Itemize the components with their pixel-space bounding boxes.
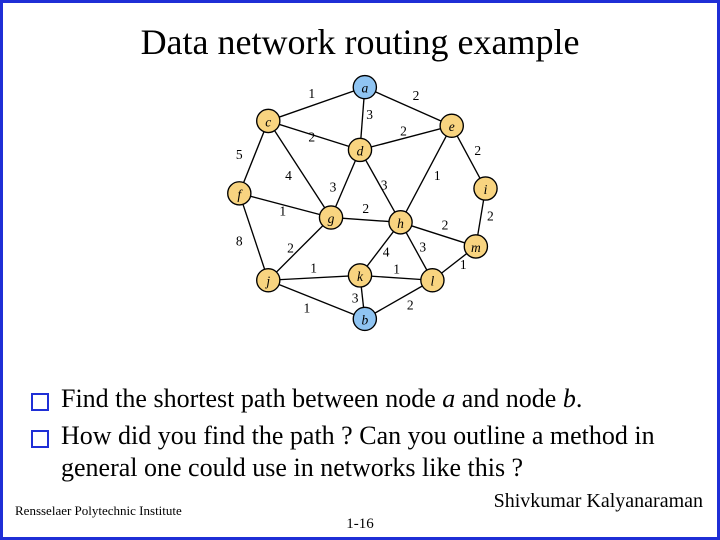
graph-edge [268, 275, 360, 280]
edge-weight: 2 [413, 88, 420, 103]
edge-weight: 1 [310, 261, 317, 276]
edge-weight: 2 [487, 209, 494, 224]
svg-text:b: b [361, 312, 368, 327]
bullet-square-icon [31, 393, 49, 411]
graph-edge [401, 126, 452, 223]
edge-weight: 2 [287, 240, 294, 255]
graph-node-m: m [464, 235, 487, 258]
edge-weight: 2 [407, 297, 414, 312]
bullet-text: How did you find the path ? Can you outl… [61, 420, 689, 485]
graph-edge [268, 87, 365, 121]
svg-text:g: g [328, 211, 335, 226]
bullet-square-icon [31, 430, 49, 448]
svg-text:m: m [471, 240, 481, 255]
svg-text:l: l [431, 274, 435, 289]
svg-text:h: h [397, 216, 404, 231]
graph-node-d: d [348, 138, 371, 161]
svg-text:a: a [361, 81, 368, 96]
edge-weight: 3 [366, 107, 373, 122]
edge-weight: 8 [236, 234, 243, 249]
edge-weight: 2 [308, 129, 315, 144]
edge-weight: 3 [419, 239, 426, 254]
graph-edge [268, 280, 365, 319]
svg-text:i: i [484, 182, 488, 197]
graph-node-g: g [319, 206, 342, 229]
edge-weight: 3 [381, 178, 388, 193]
network-graph: 1232254331218224322111132 acedfighmjklb [180, 63, 540, 343]
graph-node-b: b [353, 307, 376, 330]
graph-node-k: k [348, 264, 371, 287]
bullet-text: Find the shortest path between node a an… [61, 383, 582, 416]
edge-weight: 1 [304, 300, 311, 315]
slide-frame: Data network routing example 12322543312… [0, 0, 720, 540]
footer-author: Shivkumar Kalyanaraman [494, 490, 703, 513]
edge-weight: 1 [393, 262, 400, 277]
edge-weight: 4 [285, 168, 292, 183]
graph-node-e: e [440, 114, 463, 137]
graph-container: 1232254331218224322111132 acedfighmjklb [3, 63, 717, 343]
svg-text:k: k [357, 269, 364, 284]
edge-weight: 2 [442, 217, 449, 232]
graph-node-h: h [389, 211, 412, 234]
bullet-list: Find the shortest path between node a an… [31, 383, 689, 489]
graph-node-a: a [353, 76, 376, 99]
edge-weight: 1 [279, 204, 286, 219]
edge-weight: 1 [460, 257, 467, 272]
graph-edge [268, 217, 331, 280]
edge-weight: 1 [434, 168, 441, 183]
graph-node-l: l [421, 269, 444, 292]
edge-weight: 2 [400, 124, 407, 139]
edge-weight: 5 [236, 147, 243, 162]
slide-title: Data network routing example [3, 21, 717, 63]
svg-text:d: d [357, 143, 364, 158]
edge-weight: 3 [352, 291, 359, 306]
edge-weight: 4 [383, 244, 390, 259]
graph-node-i: i [474, 177, 497, 200]
edge-weight: 3 [330, 180, 337, 195]
edge-weight: 2 [474, 143, 481, 158]
graph-node-j: j [257, 269, 280, 292]
graph-edge [365, 87, 452, 126]
graph-node-f: f [228, 182, 251, 205]
bullet-item: How did you find the path ? Can you outl… [31, 420, 689, 485]
graph-edge [239, 193, 268, 280]
edge-weight: 1 [308, 86, 315, 101]
footer-institute: Rensselaer Polytechnic Institute [15, 503, 182, 519]
footer-page-number: 1-16 [346, 516, 374, 533]
graph-node-c: c [257, 109, 280, 132]
edge-weight: 2 [362, 201, 369, 216]
svg-text:e: e [449, 119, 455, 134]
svg-text:c: c [265, 114, 271, 129]
bullet-item: Find the shortest path between node a an… [31, 383, 689, 416]
